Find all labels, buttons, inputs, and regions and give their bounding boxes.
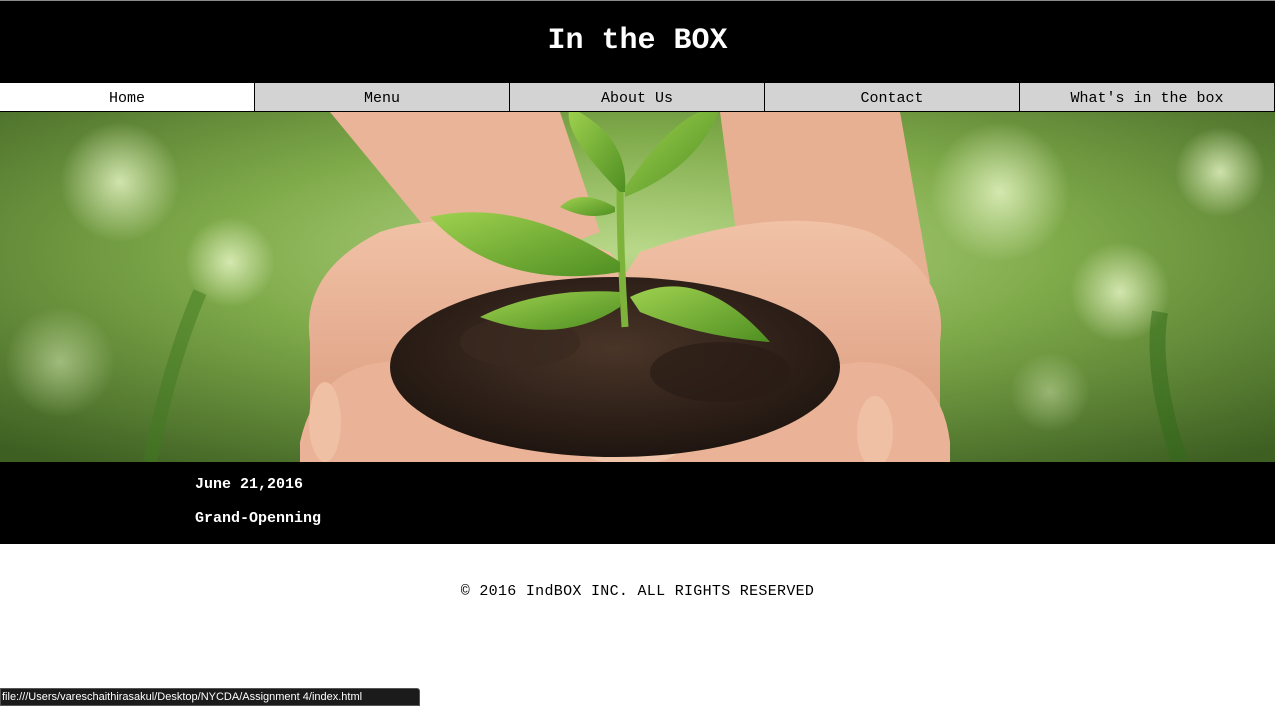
nav-item-menu[interactable]: Menu bbox=[254, 82, 510, 112]
status-bar-url: file:///Users/vareschaithirasakul/Deskto… bbox=[0, 688, 420, 706]
site-header: In the BOX bbox=[0, 0, 1275, 82]
nav-item-whats-in-the-box[interactable]: What's in the box bbox=[1019, 82, 1275, 112]
news-title: Grand-Openning bbox=[195, 510, 322, 527]
nav-item-contact[interactable]: Contact bbox=[764, 82, 1020, 112]
news-date: June 21,2016 bbox=[195, 476, 304, 493]
hero-image bbox=[0, 112, 1275, 462]
nav-item-home[interactable]: Home bbox=[0, 82, 255, 112]
footer-copyright: © 2016 IndBOX INC. ALL RIGHTS RESERVED bbox=[460, 583, 815, 600]
site-title: In the BOX bbox=[547, 23, 728, 58]
news-banner: June 21,2016 Grand-Openning bbox=[0, 462, 1275, 544]
hero-illustration bbox=[0, 112, 1275, 462]
nav-item-about-us[interactable]: About Us bbox=[509, 82, 765, 112]
main-nav: Home Menu About Us Contact What's in the… bbox=[0, 82, 1275, 112]
